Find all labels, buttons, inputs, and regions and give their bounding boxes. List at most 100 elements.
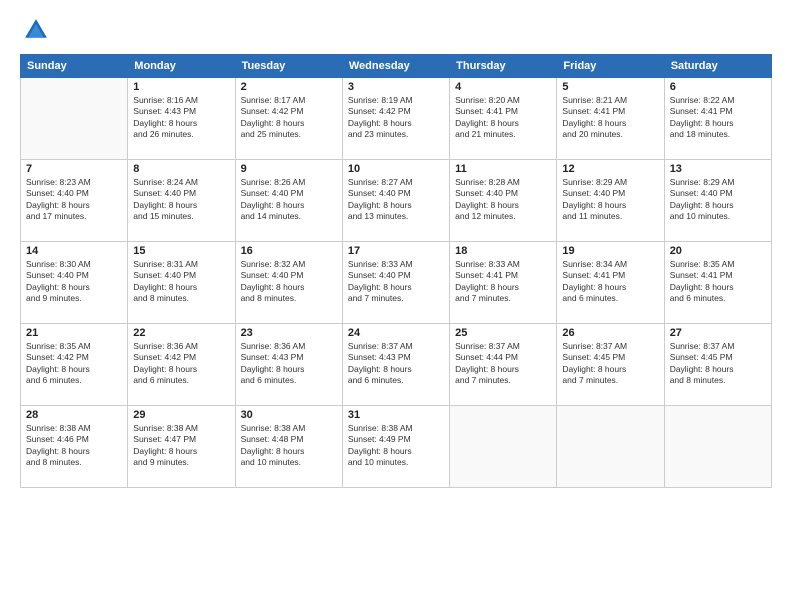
day-info: Sunrise: 8:29 AM Sunset: 4:40 PM Dayligh…: [562, 177, 658, 223]
day-number: 24: [348, 327, 444, 339]
day-info: Sunrise: 8:29 AM Sunset: 4:40 PM Dayligh…: [670, 177, 766, 223]
calendar-cell: [450, 406, 557, 488]
day-info: Sunrise: 8:26 AM Sunset: 4:40 PM Dayligh…: [241, 177, 337, 223]
day-info: Sunrise: 8:33 AM Sunset: 4:40 PM Dayligh…: [348, 259, 444, 305]
calendar-cell: [557, 406, 664, 488]
calendar-cell: 27 Sunrise: 8:37 AM Sunset: 4:45 PM Dayli…: [664, 324, 771, 406]
calendar-cell: 31Sunrise: 8:38 AM Sunset: 4:49 PM Dayli…: [342, 406, 449, 488]
day-number: 8: [133, 163, 229, 175]
day-number: 13: [670, 163, 766, 175]
weekday-header-saturday: Saturday: [664, 55, 771, 78]
weekday-header-row: SundayMondayTuesdayWednesdayThursdayFrid…: [21, 55, 772, 78]
day-info: Sunrise: 8:24 AM Sunset: 4:40 PM Dayligh…: [133, 177, 229, 223]
calendar-cell: 11 Sunrise: 8:28 AM Sunset: 4:40 PM Dayli…: [450, 160, 557, 242]
day-info: Sunrise: 8:38 AM Sunset: 4:48 PM Dayligh…: [241, 423, 337, 469]
calendar-cell: 10 Sunrise: 8:27 AM Sunset: 4:40 PM Dayli…: [342, 160, 449, 242]
day-info: Sunrise: 8:16 AM Sunset: 4:43 PM Dayligh…: [133, 95, 229, 141]
day-info: Sunrise: 8:20 AM Sunset: 4:41 PM Dayligh…: [455, 95, 551, 141]
day-info: Sunrise: 8:38 AM Sunset: 4:47 PM Dayligh…: [133, 423, 229, 469]
calendar-cell: 22 Sunrise: 8:36 AM Sunset: 4:42 PM Dayli…: [128, 324, 235, 406]
day-number: 12: [562, 163, 658, 175]
calendar-cell: 16Sunrise: 8:32 AM Sunset: 4:40 PM Dayli…: [235, 242, 342, 324]
day-info: Sunrise: 8:17 AM Sunset: 4:42 PM Dayligh…: [241, 95, 337, 141]
header: [20, 16, 772, 44]
calendar-cell: 24 Sunrise: 8:37 AM Sunset: 4:43 PM Dayli…: [342, 324, 449, 406]
logo-icon: [22, 16, 50, 44]
day-number: 3: [348, 81, 444, 93]
day-info: Sunrise: 8:21 AM Sunset: 4:41 PM Dayligh…: [562, 95, 658, 141]
weekday-header-wednesday: Wednesday: [342, 55, 449, 78]
calendar-week-3: 14 Sunrise: 8:30 AM Sunset: 4:40 PM Dayli…: [21, 242, 772, 324]
calendar-cell: 17 Sunrise: 8:33 AM Sunset: 4:40 PM Dayli…: [342, 242, 449, 324]
day-number: 28: [26, 409, 122, 421]
weekday-header-thursday: Thursday: [450, 55, 557, 78]
day-number: 26: [562, 327, 658, 339]
day-number: 6: [670, 81, 766, 93]
day-info: Sunrise: 8:36 AM Sunset: 4:42 PM Dayligh…: [133, 341, 229, 387]
day-info: Sunrise: 8:37 AM Sunset: 4:45 PM Dayligh…: [562, 341, 658, 387]
calendar-week-5: 28Sunrise: 8:38 AM Sunset: 4:46 PM Dayli…: [21, 406, 772, 488]
day-number: 30: [241, 409, 337, 421]
calendar-cell: 20 Sunrise: 8:35 AM Sunset: 4:41 PM Dayli…: [664, 242, 771, 324]
weekday-header-tuesday: Tuesday: [235, 55, 342, 78]
day-info: Sunrise: 8:36 AM Sunset: 4:43 PM Dayligh…: [241, 341, 337, 387]
day-info: Sunrise: 8:37 AM Sunset: 4:43 PM Dayligh…: [348, 341, 444, 387]
day-info: Sunrise: 8:27 AM Sunset: 4:40 PM Dayligh…: [348, 177, 444, 223]
calendar-cell: 15Sunrise: 8:31 AM Sunset: 4:40 PM Dayli…: [128, 242, 235, 324]
weekday-header-monday: Monday: [128, 55, 235, 78]
calendar-cell: 30 Sunrise: 8:38 AM Sunset: 4:48 PM Dayli…: [235, 406, 342, 488]
calendar-cell: 8 Sunrise: 8:24 AM Sunset: 4:40 PM Daylig…: [128, 160, 235, 242]
day-info: Sunrise: 8:28 AM Sunset: 4:40 PM Dayligh…: [455, 177, 551, 223]
calendar-week-4: 21Sunrise: 8:35 AM Sunset: 4:42 PM Dayli…: [21, 324, 772, 406]
day-number: 9: [241, 163, 337, 175]
day-number: 20: [670, 245, 766, 257]
day-number: 16: [241, 245, 337, 257]
day-number: 25: [455, 327, 551, 339]
day-info: Sunrise: 8:37 AM Sunset: 4:45 PM Dayligh…: [670, 341, 766, 387]
calendar-cell: 1 Sunrise: 8:16 AM Sunset: 4:43 PM Daylig…: [128, 78, 235, 160]
calendar-cell: 18 Sunrise: 8:33 AM Sunset: 4:41 PM Dayli…: [450, 242, 557, 324]
day-info: Sunrise: 8:30 AM Sunset: 4:40 PM Dayligh…: [26, 259, 122, 305]
calendar-cell: 7 Sunrise: 8:23 AM Sunset: 4:40 PM Daylig…: [21, 160, 128, 242]
calendar-cell: 21Sunrise: 8:35 AM Sunset: 4:42 PM Dayli…: [21, 324, 128, 406]
calendar-cell: 28Sunrise: 8:38 AM Sunset: 4:46 PM Dayli…: [21, 406, 128, 488]
day-number: 14: [26, 245, 122, 257]
calendar-cell: [664, 406, 771, 488]
day-info: Sunrise: 8:37 AM Sunset: 4:44 PM Dayligh…: [455, 341, 551, 387]
day-number: 29: [133, 409, 229, 421]
day-number: 17: [348, 245, 444, 257]
day-number: 22: [133, 327, 229, 339]
day-info: Sunrise: 8:35 AM Sunset: 4:41 PM Dayligh…: [670, 259, 766, 305]
calendar-table: SundayMondayTuesdayWednesdayThursdayFrid…: [20, 54, 772, 488]
day-number: 27: [670, 327, 766, 339]
day-info: Sunrise: 8:33 AM Sunset: 4:41 PM Dayligh…: [455, 259, 551, 305]
calendar-cell: 9 Sunrise: 8:26 AM Sunset: 4:40 PM Daylig…: [235, 160, 342, 242]
day-number: 18: [455, 245, 551, 257]
calendar-cell: 26 Sunrise: 8:37 AM Sunset: 4:45 PM Dayli…: [557, 324, 664, 406]
calendar-week-2: 7 Sunrise: 8:23 AM Sunset: 4:40 PM Daylig…: [21, 160, 772, 242]
calendar-cell: 3 Sunrise: 8:19 AM Sunset: 4:42 PM Daylig…: [342, 78, 449, 160]
day-number: 15: [133, 245, 229, 257]
calendar-cell: [21, 78, 128, 160]
weekday-header-friday: Friday: [557, 55, 664, 78]
calendar-cell: 6 Sunrise: 8:22 AM Sunset: 4:41 PM Daylig…: [664, 78, 771, 160]
day-info: Sunrise: 8:34 AM Sunset: 4:41 PM Dayligh…: [562, 259, 658, 305]
weekday-header-sunday: Sunday: [21, 55, 128, 78]
day-number: 4: [455, 81, 551, 93]
day-number: 7: [26, 163, 122, 175]
day-info: Sunrise: 8:23 AM Sunset: 4:40 PM Dayligh…: [26, 177, 122, 223]
day-number: 1: [133, 81, 229, 93]
day-info: Sunrise: 8:19 AM Sunset: 4:42 PM Dayligh…: [348, 95, 444, 141]
calendar-cell: 23 Sunrise: 8:36 AM Sunset: 4:43 PM Dayli…: [235, 324, 342, 406]
day-info: Sunrise: 8:22 AM Sunset: 4:41 PM Dayligh…: [670, 95, 766, 141]
calendar-cell: 5Sunrise: 8:21 AM Sunset: 4:41 PM Daylig…: [557, 78, 664, 160]
day-number: 11: [455, 163, 551, 175]
calendar-cell: 12 Sunrise: 8:29 AM Sunset: 4:40 PM Dayli…: [557, 160, 664, 242]
day-number: 10: [348, 163, 444, 175]
day-number: 23: [241, 327, 337, 339]
calendar-week-1: 1 Sunrise: 8:16 AM Sunset: 4:43 PM Daylig…: [21, 78, 772, 160]
logo: [20, 16, 50, 44]
day-number: 21: [26, 327, 122, 339]
calendar-cell: 19Sunrise: 8:34 AM Sunset: 4:41 PM Dayli…: [557, 242, 664, 324]
day-info: Sunrise: 8:38 AM Sunset: 4:49 PM Dayligh…: [348, 423, 444, 469]
